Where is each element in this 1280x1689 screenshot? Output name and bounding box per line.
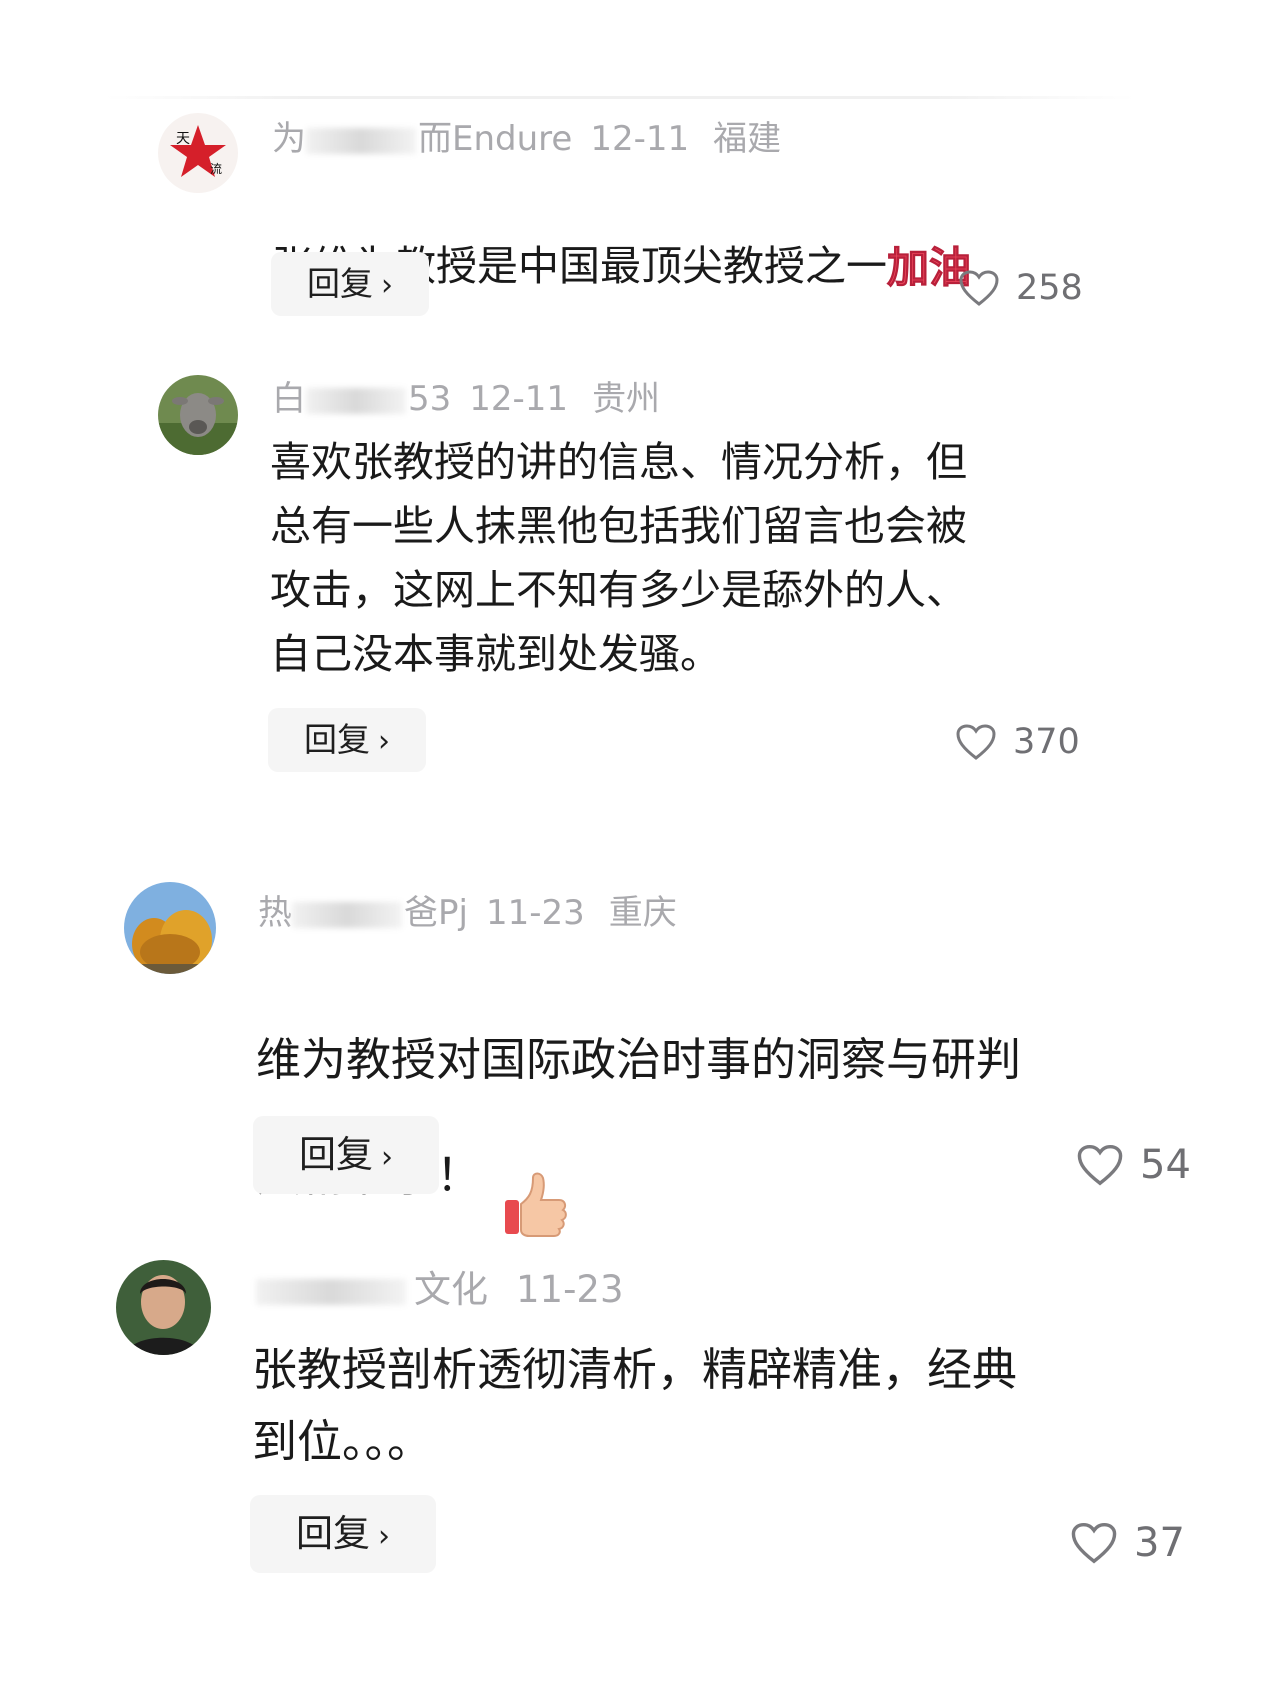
comment-location: 重庆 xyxy=(608,893,677,933)
comment-location: 福建 xyxy=(713,119,782,159)
like-count: 258 xyxy=(1016,268,1083,308)
reply-button[interactable]: 回复 › xyxy=(253,1116,439,1194)
like-button[interactable]: 258 xyxy=(958,268,1083,308)
chevron-right-icon: › xyxy=(378,724,390,759)
chevron-right-icon: › xyxy=(378,1519,390,1554)
comment-meta: 为而Endure 12-11 福建 xyxy=(272,119,805,159)
svg-text:流: 流 xyxy=(210,162,222,176)
reply-button[interactable]: 回复 › xyxy=(271,252,429,316)
chevron-right-icon: › xyxy=(381,1140,393,1175)
comment-date: 11-23 xyxy=(516,1268,624,1311)
heart-icon xyxy=(1077,1144,1123,1186)
heart-icon xyxy=(1071,1522,1117,1564)
heart-icon xyxy=(959,270,999,306)
username[interactable]: 白 53 xyxy=(272,379,451,419)
like-button[interactable]: 37 xyxy=(1070,1520,1185,1566)
comment-date: 12-11 xyxy=(590,119,690,159)
avatar[interactable]: 天 流 xyxy=(158,113,238,193)
svg-text:天: 天 xyxy=(176,131,190,147)
chevron-right-icon: › xyxy=(381,268,393,303)
comment-text: 维为教授对国际政治时事的洞察与研判 太精准了！ xyxy=(256,952,1021,1261)
like-button[interactable]: 54 xyxy=(1076,1142,1191,1188)
comment-date: 12-11 xyxy=(469,379,569,419)
top-divider xyxy=(105,96,1135,99)
avatar-autumn-tree-icon xyxy=(124,882,216,974)
username[interactable]: 文化 xyxy=(256,1268,488,1311)
avatar[interactable] xyxy=(124,882,216,974)
heart-icon xyxy=(956,724,996,760)
comment-meta: 文化 11-23 xyxy=(256,1270,648,1310)
avatar-cow-icon xyxy=(158,375,238,455)
avatar-person-icon xyxy=(116,1260,211,1355)
avatar-star-icon: 天 流 xyxy=(158,113,238,193)
comment-meta: 热爸Pj 11-23 重庆 xyxy=(258,893,701,933)
reply-button[interactable]: 回复 › xyxy=(250,1495,436,1573)
comment-text: 张教授剖析透彻清析，精辟精准，经典 到位。。。 xyxy=(252,1343,1018,1468)
like-count: 370 xyxy=(1013,722,1080,762)
comment-text: 喜欢张教授的讲的信息、情况分析，但 总有一些人抹黑他包括我们留言也会被 攻击，这… xyxy=(270,438,967,678)
comment-meta: 白 53 12-11 贵州 xyxy=(272,379,684,419)
username[interactable]: 为而Endure xyxy=(272,119,572,159)
thumbs-up-emoji-icon xyxy=(499,1096,571,1261)
like-count: 54 xyxy=(1140,1142,1191,1188)
like-count: 37 xyxy=(1134,1520,1185,1566)
comment-location: 贵州 xyxy=(592,379,661,419)
reply-button[interactable]: 回复 › xyxy=(268,708,426,772)
avatar[interactable] xyxy=(158,375,238,455)
avatar[interactable] xyxy=(116,1260,211,1355)
like-button[interactable]: 370 xyxy=(955,722,1080,762)
comment-date: 11-23 xyxy=(485,893,585,933)
username[interactable]: 热爸Pj xyxy=(258,893,468,933)
